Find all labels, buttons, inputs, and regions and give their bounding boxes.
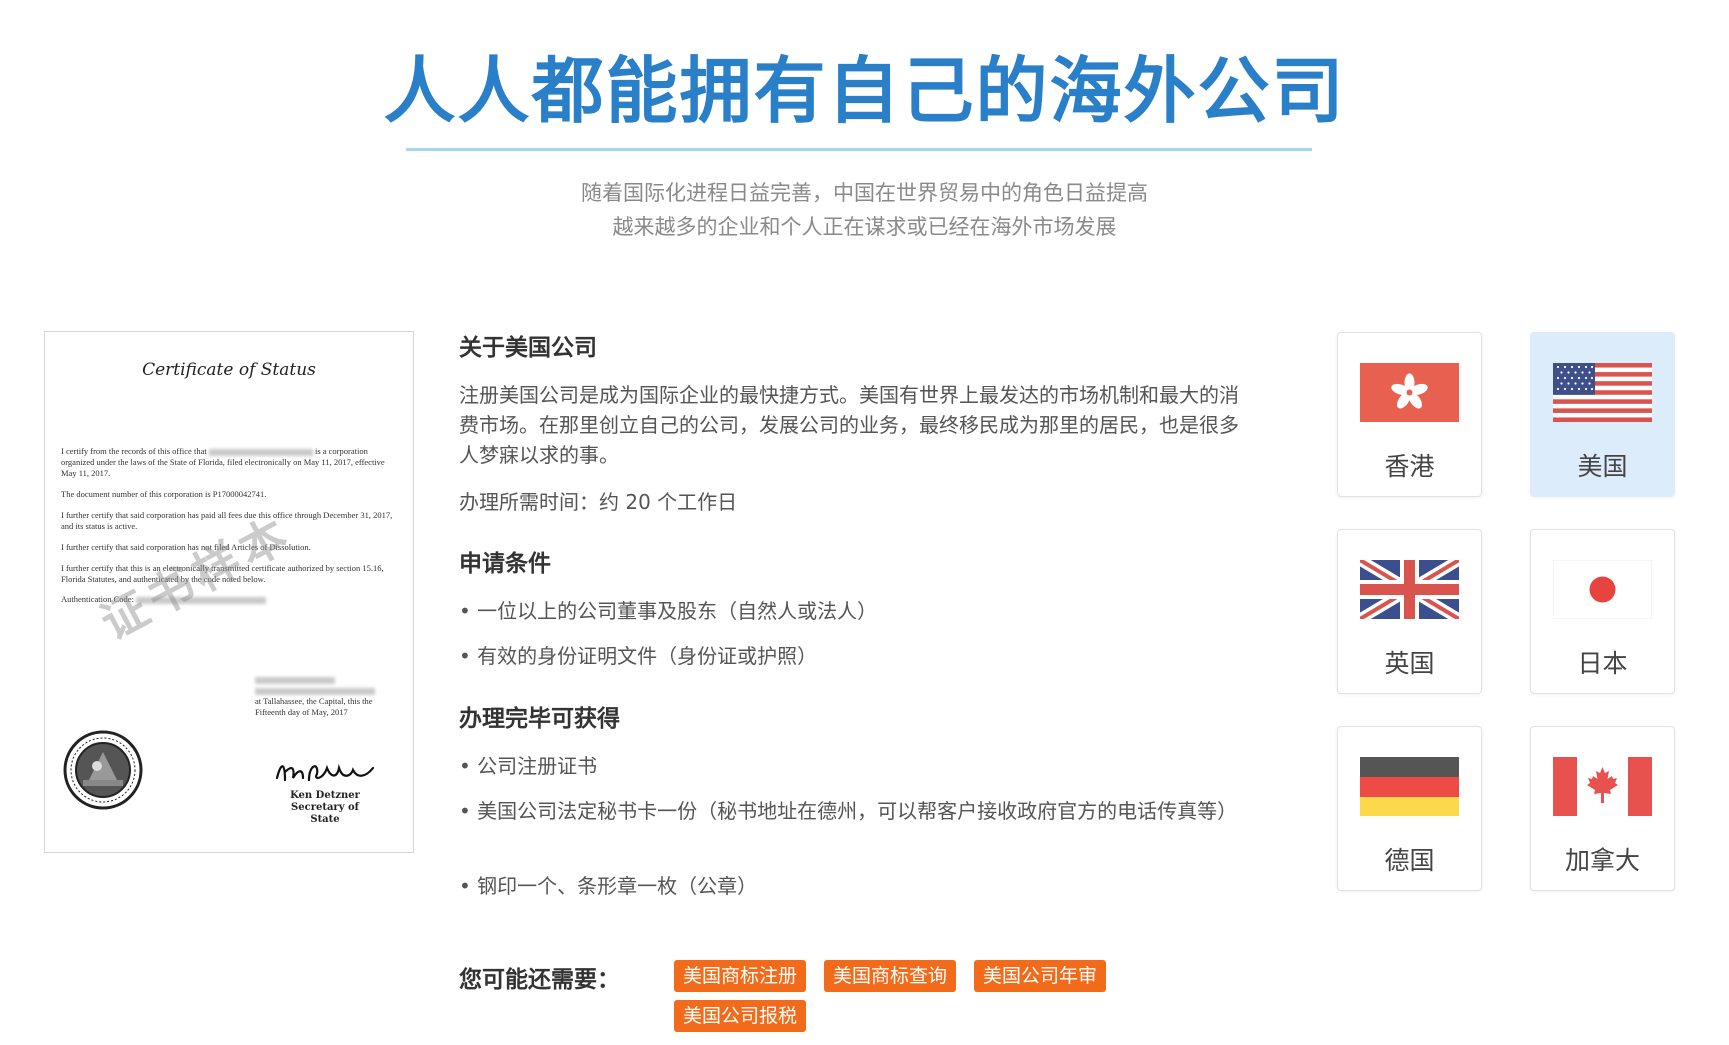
- country-name: 香港: [1384, 452, 1435, 481]
- page-subtitle: 随着国际化进程日益完善，中国在世界贸易中的角色日益提高 越来越多的企业和个人正在…: [0, 176, 1729, 244]
- country-card-hong-kong[interactable]: 香港: [1337, 332, 1482, 497]
- canada-flag-icon: [1553, 757, 1652, 816]
- country-name: 日本: [1577, 649, 1628, 678]
- country-card-uk[interactable]: 英国: [1337, 529, 1482, 694]
- country-name: 加拿大: [1564, 846, 1640, 875]
- certificate-image: Certificate of Status I certify from the…: [44, 331, 414, 853]
- redacted-name: [208, 448, 313, 456]
- certificate-paragraph: The document number of this corporation …: [61, 489, 267, 499]
- tag-us-trademark-registration[interactable]: 美国商标注册: [674, 960, 807, 992]
- tag-us-trademark-search[interactable]: 美国商标查询: [824, 960, 957, 992]
- list-item: • 钢印一个、条形章一枚（公章）: [459, 874, 758, 898]
- list-item: • 公司注册证书: [459, 754, 598, 778]
- certificate-paragraph: I certify from the records of this offic…: [61, 446, 385, 478]
- japan-flag-icon: [1553, 560, 1652, 619]
- deliverables-title: 办理完毕可获得: [459, 706, 620, 732]
- page-title: 人人都能拥有自己的海外公司: [383, 49, 1346, 133]
- certificate-given: at Tallahassee, the Capital, this the Fi…: [255, 674, 405, 718]
- country-name: 美国: [1577, 452, 1628, 481]
- uk-flag-icon: [1360, 560, 1459, 619]
- about-description: 注册美国公司是成为国际企业的最快捷方式。美国有世界上最发达的市场机制和最大的消费…: [459, 383, 1239, 467]
- certificate-signer: Ken Detzner Secretary of State: [290, 790, 360, 825]
- country-card-canada[interactable]: 加拿大: [1530, 726, 1675, 891]
- related-services-label: 您可能还需要：: [459, 967, 620, 993]
- processing-time: 办理所需时间：约 20 个工作日: [459, 490, 738, 514]
- country-name: 德国: [1384, 846, 1435, 875]
- certificate-title: Certificate of Status: [142, 360, 316, 380]
- subtitle-line: 越来越多的企业和个人正在谋求或已经在海外市场发展: [612, 215, 1117, 239]
- country-card-japan[interactable]: 日本: [1530, 529, 1675, 694]
- tag-us-company-tax-filing[interactable]: 美国公司报税: [674, 1000, 807, 1032]
- list-item: • 有效的身份证明文件（身份证或护照）: [459, 644, 818, 668]
- usa-flag-icon: [1553, 363, 1652, 422]
- country-card-usa[interactable]: 美国: [1530, 332, 1675, 497]
- tag-us-company-annual-review[interactable]: 美国公司年审: [974, 960, 1107, 992]
- title-divider: [406, 148, 1312, 151]
- requirements-title: 申请条件: [459, 551, 551, 577]
- germany-flag-icon: [1360, 757, 1459, 816]
- about-title: 关于美国公司: [459, 335, 597, 361]
- country-card-germany[interactable]: 德国: [1337, 726, 1482, 891]
- list-item: • 一位以上的公司董事及股东（自然人或法人）: [459, 599, 878, 623]
- list-item: • 美国公司法定秘书卡一份（秘书地址在德州，可以帮客户接收政府官方的电话传真等）: [459, 799, 1238, 823]
- hong-kong-flag-icon: [1360, 363, 1459, 422]
- country-name: 英国: [1384, 649, 1435, 678]
- subtitle-line: 随着国际化进程日益完善，中国在世界贸易中的角色日益提高: [581, 181, 1148, 205]
- state-seal-icon: [63, 730, 143, 810]
- signature-icon: [275, 763, 375, 782]
